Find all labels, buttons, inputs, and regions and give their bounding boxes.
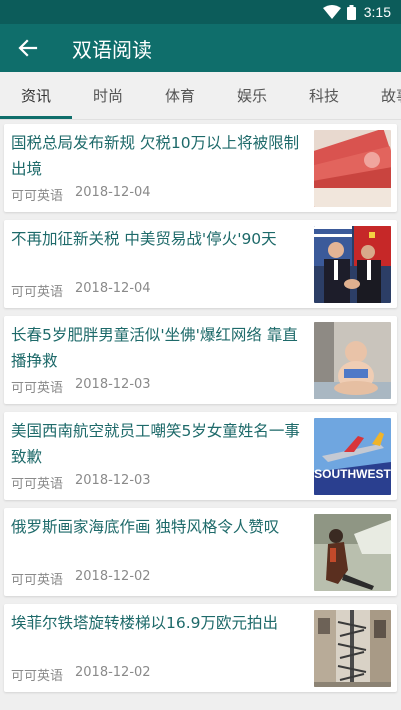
- article-thumbnail: [314, 130, 391, 207]
- article-title: 俄罗斯画家海底作画 独特风格令人赞叹: [11, 518, 280, 536]
- article-meta: 可可英语 2018-12-02: [11, 569, 151, 588]
- article-source: 可可英语: [11, 573, 64, 588]
- article-source: 可可英语: [11, 189, 64, 204]
- article-card[interactable]: 不再加征新关税 中美贸易战'停火'90天 可可英语 2018-12-04: [4, 220, 397, 308]
- tab-entertainment[interactable]: 娱乐: [216, 72, 288, 119]
- article-title: 长春5岁肥胖男童活似'坐佛'爆红网络 靠直播挣救: [11, 326, 298, 370]
- tab-fashion[interactable]: 时尚: [72, 72, 144, 119]
- status-time: 3:15: [363, 4, 391, 20]
- tab-news[interactable]: 资讯: [0, 72, 72, 119]
- article-card[interactable]: 美国西南航空就员工嘲笑5岁女童姓名一事致歉 可可英语 2018-12-03 SO…: [4, 412, 397, 500]
- tab-stories[interactable]: 故事: [360, 72, 401, 119]
- article-thumbnail: [314, 610, 391, 687]
- article-date: 2018-12-02: [75, 665, 151, 680]
- article-meta: 可可英语 2018-12-03: [11, 473, 151, 492]
- article-card[interactable]: 国税总局发布新规 欠税10万以上将被限制出境 可可英语 2018-12-04: [4, 124, 397, 212]
- article-title: 埃菲尔铁塔旋转楼梯以16.9万欧元拍出: [11, 614, 279, 632]
- article-card[interactable]: 埃菲尔铁塔旋转楼梯以16.9万欧元拍出 可可英语 2018-12-02: [4, 604, 397, 692]
- battery-icon: [346, 4, 356, 20]
- money-image: [314, 130, 391, 207]
- article-meta: 可可英语 2018-12-03: [11, 377, 151, 396]
- article-meta: 可可英语 2018-12-04: [11, 281, 151, 300]
- article-title: 不再加征新关税 中美贸易战'停火'90天: [11, 230, 277, 248]
- article-source: 可可英语: [11, 381, 64, 396]
- article-list: 国税总局发布新规 欠税10万以上将被限制出境 可可英语 2018-12-04 不…: [0, 121, 401, 710]
- article-source: 可可英语: [11, 285, 64, 300]
- article-card[interactable]: 长春5岁肥胖男童活似'坐佛'爆红网络 靠直播挣救 可可英语 2018-12-03: [4, 316, 397, 404]
- southwest-logo-text: SOUTHWEST: [314, 467, 391, 481]
- article-title: 美国西南航空就员工嘲笑5岁女童姓名一事致歉: [11, 422, 300, 466]
- article-thumbnail: [314, 514, 391, 591]
- child-image: [314, 322, 391, 399]
- article-source: 可可英语: [11, 669, 64, 684]
- article-date: 2018-12-04: [75, 185, 151, 200]
- diver-painting-image: [314, 514, 391, 591]
- article-date: 2018-12-03: [75, 473, 151, 488]
- article-title: 国税总局发布新规 欠税10万以上将被限制出境: [11, 134, 300, 178]
- article-source: 可可英语: [11, 477, 64, 492]
- article-date: 2018-12-03: [75, 377, 151, 392]
- article-card[interactable]: 俄罗斯画家海底作画 独特风格令人赞叹 可可英语 2018-12-02: [4, 508, 397, 596]
- wifi-icon: [322, 5, 341, 19]
- status-bar: 3:15: [0, 0, 401, 24]
- page-title: 双语阅读: [72, 37, 152, 62]
- article-date: 2018-12-04: [75, 281, 151, 296]
- tab-technology[interactable]: 科技: [288, 72, 360, 119]
- article-date: 2018-12-02: [75, 569, 151, 584]
- article-thumbnail: [314, 322, 391, 399]
- category-tab-bar: 资讯 时尚 体育 娱乐 科技 故事: [0, 72, 401, 120]
- tab-sports[interactable]: 体育: [144, 72, 216, 119]
- article-thumbnail: [314, 226, 391, 303]
- arrow-left-icon: [18, 39, 38, 57]
- app-bar: 双语阅读: [0, 24, 401, 72]
- handshake-image: [314, 226, 391, 303]
- article-meta: 可可英语 2018-12-02: [11, 665, 151, 684]
- southwest-airplane-image: SOUTHWEST: [314, 418, 391, 495]
- article-thumbnail: SOUTHWEST: [314, 418, 391, 495]
- spiral-staircase-image: [314, 610, 391, 687]
- back-button[interactable]: [0, 24, 56, 72]
- article-meta: 可可英语 2018-12-04: [11, 185, 151, 204]
